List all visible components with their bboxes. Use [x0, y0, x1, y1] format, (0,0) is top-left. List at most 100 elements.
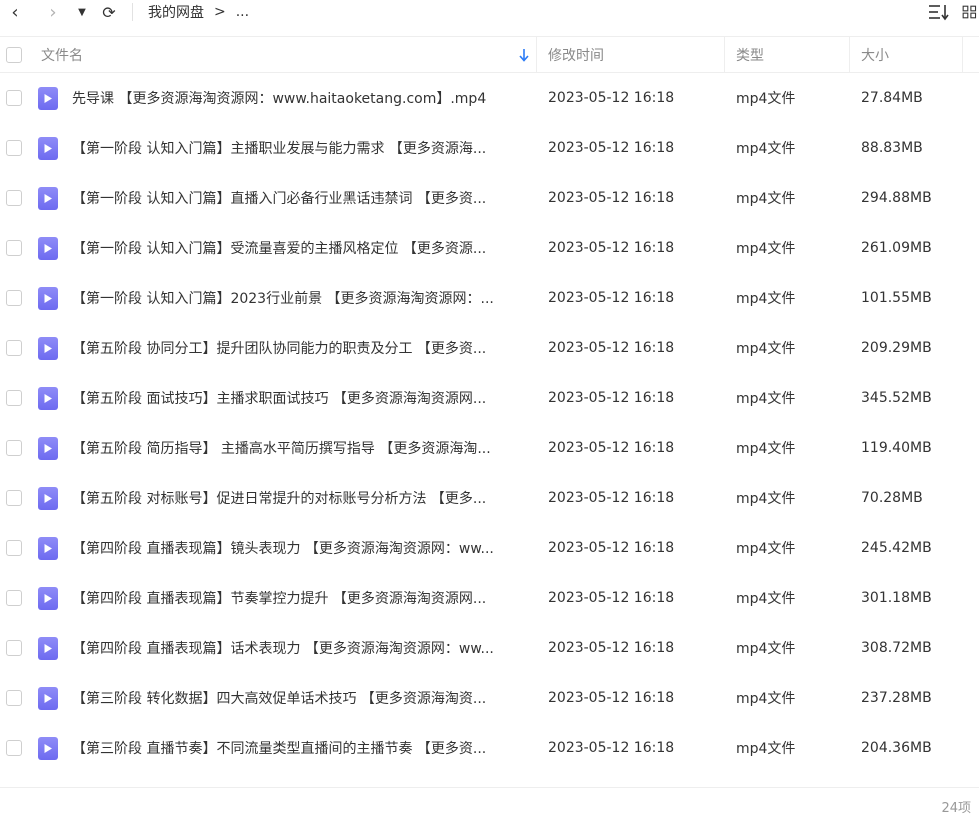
- file-type-text: mp4文件: [736, 341, 796, 357]
- file-size: 119.40MB: [861, 423, 971, 473]
- file-modified-time-text: 2023-05-12 16:18: [548, 390, 675, 406]
- file-type: mp4文件: [736, 323, 846, 373]
- row-checkbox[interactable]: [6, 490, 22, 506]
- file-row[interactable]: 【第三阶段 直播节奏】不同流量类型直播间的主播节奏 【更多资... 2023-05…: [0, 723, 979, 773]
- video-file-icon: [38, 487, 58, 510]
- column-divider[interactable]: [849, 37, 850, 73]
- file-name: 【第四阶段 直播表现篇】话术表现力 【更多资源海淘资源网：ww...: [72, 623, 527, 673]
- column-header: 文件名 修改时间 类型 大小: [0, 36, 979, 73]
- column-name[interactable]: 文件名: [41, 37, 83, 73]
- back-icon[interactable]: ‹: [4, 0, 26, 24]
- video-file-icon: [38, 687, 58, 710]
- file-row[interactable]: 【第一阶段 认知入门篇】受流量喜爱的主播风格定位 【更多资源... 2023-05…: [0, 223, 979, 273]
- sort-descending-icon[interactable]: [518, 37, 530, 73]
- file-name: 【第五阶段 对标账号】促进日常提升的对标账号分析方法 【更多...: [72, 473, 527, 523]
- file-size-text: 27.84MB: [861, 90, 923, 106]
- file-name: 【第五阶段 协同分工】提升团队协同能力的职责及分工 【更多资...: [72, 323, 527, 373]
- file-modified-time: 2023-05-12 16:18: [548, 223, 718, 273]
- file-modified-time: 2023-05-12 16:18: [548, 523, 718, 573]
- file-name-text: 【第一阶段 认知入门篇】受流量喜爱的主播风格定位 【更多资源...: [72, 241, 487, 257]
- file-row[interactable]: 【第四阶段 直播表现篇】节奏掌控力提升 【更多资源海淘资源网... 2023-05…: [0, 573, 979, 623]
- file-type: mp4文件: [736, 123, 846, 173]
- video-file-icon: [38, 437, 58, 460]
- row-checkbox[interactable]: [6, 740, 22, 756]
- file-size-text: 237.28MB: [861, 690, 932, 706]
- row-checkbox[interactable]: [6, 640, 22, 656]
- file-size: 209.29MB: [861, 323, 971, 373]
- forward-icon[interactable]: ›: [42, 0, 64, 24]
- row-checkbox[interactable]: [6, 240, 22, 256]
- row-checkbox[interactable]: [6, 140, 22, 156]
- file-row[interactable]: [0, 773, 979, 787]
- file-type-text: mp4文件: [736, 141, 796, 157]
- column-divider[interactable]: [724, 37, 725, 73]
- row-checkbox[interactable]: [6, 90, 22, 106]
- sort-icon[interactable]: [928, 0, 950, 24]
- row-checkbox[interactable]: [6, 540, 22, 556]
- file-row[interactable]: 【第五阶段 协同分工】提升团队协同能力的职责及分工 【更多资... 2023-05…: [0, 323, 979, 373]
- history-dropdown-icon[interactable]: ▼: [74, 0, 90, 24]
- file-modified-time: 2023-05-12 16:18: [548, 723, 718, 773]
- file-row[interactable]: 【第一阶段 认知入门篇】直播入门必备行业黑话违禁词 【更多资... 2023-05…: [0, 173, 979, 223]
- file-name-text: 先导课 【更多资源海淘资源网：www.haitaoketang.com】.mp4: [72, 91, 487, 107]
- file-type: mp4文件: [736, 173, 846, 223]
- file-modified-time-text: 2023-05-12 16:18: [548, 90, 675, 106]
- file-size: 294.88MB: [861, 173, 971, 223]
- column-type[interactable]: 类型: [736, 37, 764, 73]
- breadcrumb-separator: >: [214, 4, 226, 20]
- video-file-icon: [38, 237, 58, 260]
- file-size-text: 209.29MB: [861, 340, 932, 356]
- file-row[interactable]: 【第四阶段 直播表现篇】镜头表现力 【更多资源海淘资源网：ww... 2023-0…: [0, 523, 979, 573]
- breadcrumb-root[interactable]: 我的网盘: [148, 2, 204, 22]
- row-checkbox[interactable]: [6, 690, 22, 706]
- file-modified-time-text: 2023-05-12 16:18: [548, 540, 675, 556]
- file-type: mp4文件: [736, 423, 846, 473]
- file-row[interactable]: 先导课 【更多资源海淘资源网：www.haitaoketang.com】.mp4…: [0, 73, 979, 123]
- column-size[interactable]: 大小: [861, 37, 889, 73]
- column-divider[interactable]: [962, 37, 963, 73]
- file-type: mp4文件: [736, 473, 846, 523]
- file-size-text: 70.28MB: [861, 490, 923, 506]
- file-type: mp4文件: [736, 573, 846, 623]
- row-checkbox[interactable]: [6, 290, 22, 306]
- file-type: mp4文件: [736, 223, 846, 273]
- file-list: 先导课 【更多资源海淘资源网：www.haitaoketang.com】.mp4…: [0, 73, 979, 787]
- toolbar: ‹ › ▼ ⟳ 我的网盘 > ...: [0, 0, 979, 24]
- file-name: 【第三阶段 直播节奏】不同流量类型直播间的主播节奏 【更多资...: [72, 723, 527, 773]
- file-row[interactable]: 【第五阶段 面试技巧】主播求职面试技巧 【更多资源海淘资源网... 2023-05…: [0, 373, 979, 423]
- file-modified-time: 2023-05-12 16:18: [548, 73, 718, 123]
- row-checkbox[interactable]: [6, 590, 22, 606]
- grid-view-icon[interactable]: [962, 0, 979, 24]
- file-type-text: mp4文件: [736, 191, 796, 207]
- file-type-text: mp4文件: [736, 441, 796, 457]
- file-modified-time: 2023-05-12 16:18: [548, 473, 718, 523]
- file-row[interactable]: 【第五阶段 对标账号】促进日常提升的对标账号分析方法 【更多... 2023-05…: [0, 473, 979, 523]
- select-all-checkbox[interactable]: [6, 47, 22, 63]
- file-type-text: mp4文件: [736, 291, 796, 307]
- file-row[interactable]: 【第三阶段 转化数据】四大高效促单话术技巧 【更多资源海淘资... 2023-05…: [0, 673, 979, 723]
- file-row[interactable]: 【第一阶段 认知入门篇】2023行业前景 【更多资源海淘资源网：... 2023-…: [0, 273, 979, 323]
- file-row[interactable]: 【第四阶段 直播表现篇】话术表现力 【更多资源海淘资源网：ww... 2023-0…: [0, 623, 979, 673]
- row-checkbox[interactable]: [6, 190, 22, 206]
- file-size-text: 345.52MB: [861, 390, 932, 406]
- column-divider[interactable]: [536, 37, 537, 73]
- row-checkbox[interactable]: [6, 340, 22, 356]
- file-row[interactable]: 【第五阶段 简历指导】 主播高水平简历撰写指导 【更多资源海淘... 2023-0…: [0, 423, 979, 473]
- file-name: 【第五阶段 面试技巧】主播求职面试技巧 【更多资源海淘资源网...: [72, 373, 527, 423]
- breadcrumb-more[interactable]: ...: [236, 4, 249, 20]
- file-type: mp4文件: [736, 73, 846, 123]
- column-time[interactable]: 修改时间: [548, 37, 604, 73]
- refresh-icon[interactable]: ⟳: [98, 0, 120, 24]
- file-modified-time-text: 2023-05-12 16:18: [548, 640, 675, 656]
- status-bar: 24项: [0, 787, 979, 822]
- row-checkbox[interactable]: [6, 440, 22, 456]
- video-file-icon: [38, 337, 58, 360]
- file-size: 101.55MB: [861, 273, 971, 323]
- file-type-text: mp4文件: [736, 91, 796, 107]
- video-file-icon: [38, 87, 58, 110]
- row-checkbox[interactable]: [6, 390, 22, 406]
- file-name-text: 【第一阶段 认知入门篇】2023行业前景 【更多资源海淘资源网：...: [72, 291, 494, 307]
- file-name: 先导课 【更多资源海淘资源网：www.haitaoketang.com】.mp4: [72, 73, 527, 123]
- file-row[interactable]: 【第一阶段 认知入门篇】主播职业发展与能力需求 【更多资源海... 2023-05…: [0, 123, 979, 173]
- file-name-text: 【第一阶段 认知入门篇】直播入门必备行业黑话违禁词 【更多资...: [72, 191, 487, 207]
